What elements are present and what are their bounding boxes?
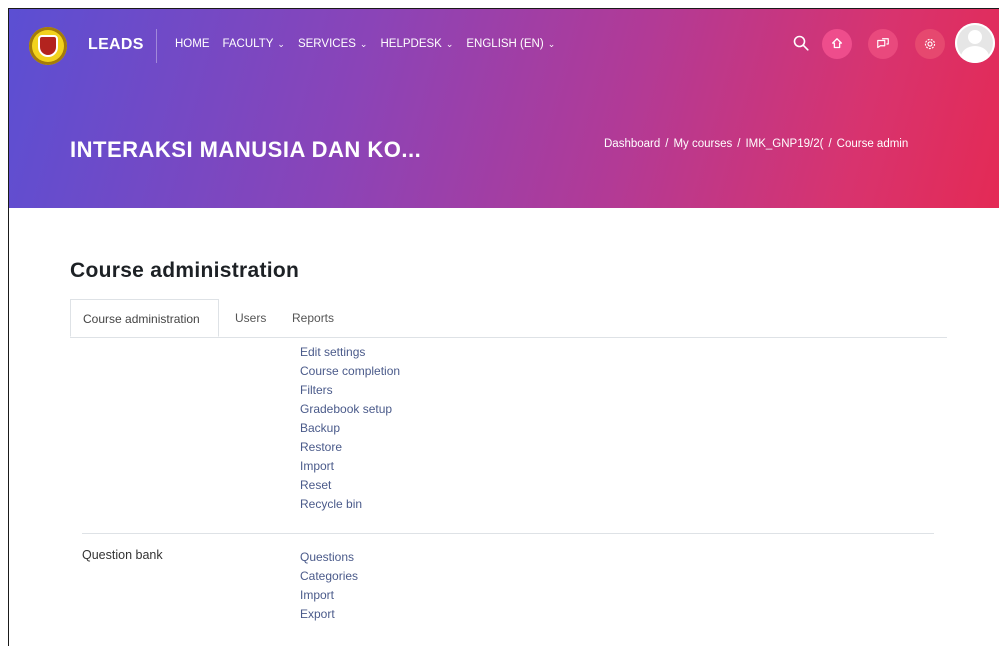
link-qb-import[interactable]: Import [300,586,358,605]
breadcrumb-separator: / [737,138,741,150]
breadcrumb: Dashboard / My courses / IMK_GNP19/2( / Course… [604,138,908,150]
question-bank-section: Question bank Questions Categories Impor… [82,533,934,621]
main-nav: HOME FACULTY ⌄ SERVICES ⌄ HELPDESK ⌄ ENGLIS… [175,38,568,50]
gear-icon [924,38,936,50]
messages-button[interactable] [868,29,898,59]
link-reset[interactable]: Reset [300,476,400,495]
nav-faculty[interactable]: FACULTY ⌄ [223,38,285,50]
breadcrumb-current: Course admin [836,138,909,150]
section-label-question-bank: Question bank [82,548,163,562]
avatar-head [968,30,982,44]
link-gradebook-setup[interactable]: Gradebook setup [300,400,400,419]
breadcrumb-course[interactable]: IMK_GNP19/2( [745,138,823,150]
course-title: INTERAKSI MANUSIA DAN KO... [70,137,422,162]
link-edit-settings[interactable]: Edit settings [300,343,400,362]
browser-frame: LEADS HOME FACULTY ⌄ SERVICES ⌄ HELPDESK ⌄ … [8,8,999,646]
link-categories[interactable]: Categories [300,567,358,586]
chevron-down-icon: ⌄ [547,39,556,49]
link-restore[interactable]: Restore [300,438,400,457]
link-course-completion[interactable]: Course completion [300,362,400,381]
link-backup[interactable]: Backup [300,419,400,438]
breadcrumb-dashboard[interactable]: Dashboard [604,138,660,150]
user-avatar[interactable] [955,23,995,63]
nav-language-label: ENGLISH (EN) [466,38,544,50]
nav-helpdesk-label: HELPDESK [380,38,442,50]
top-navbar: LEADS HOME FACULTY ⌄ SERVICES ⌄ HELPDESK ⌄ … [9,9,999,81]
course-admin-links: Edit settings Course completion Filters … [300,343,400,514]
logo-emblem [38,35,58,57]
nav-helpdesk[interactable]: HELPDESK ⌄ [380,38,453,50]
tab-reports[interactable]: Reports [280,299,346,337]
messages-icon [877,38,889,49]
brand-divider [156,29,157,63]
brand-name[interactable]: LEADS [88,36,144,54]
nav-services-label: SERVICES [297,38,356,50]
nav-language[interactable]: ENGLISH (EN) ⌄ [466,38,555,50]
notification-button[interactable] [822,29,852,59]
link-filters[interactable]: Filters [300,381,400,400]
search-icon[interactable] [793,35,809,51]
page-title: Course administration [70,259,300,282]
settings-button[interactable] [915,29,945,59]
hero-banner: LEADS HOME FACULTY ⌄ SERVICES ⌄ HELPDESK ⌄ … [9,9,999,208]
nav-home[interactable]: HOME [175,38,210,50]
nav-faculty-label: FACULTY [222,38,274,50]
avatar-body [961,46,989,63]
chevron-down-icon: ⌄ [445,39,454,49]
chevron-down-icon: ⌄ [359,39,368,49]
tab-course-administration[interactable]: Course administration [70,299,219,337]
tab-users[interactable]: Users [223,299,278,337]
breadcrumb-separator: / [828,138,832,150]
breadcrumb-my-courses[interactable]: My courses [673,138,732,150]
link-import[interactable]: Import [300,457,400,476]
nav-home-label: HOME [175,38,210,50]
university-logo[interactable] [29,27,67,65]
admin-tabs: Course administration Users Reports [70,299,947,338]
nav-services[interactable]: SERVICES ⌄ [298,38,368,50]
chevron-down-icon: ⌄ [277,39,285,49]
link-questions[interactable]: Questions [300,548,358,567]
question-bank-links: Questions Categories Import Export [300,548,358,624]
link-export[interactable]: Export [300,605,358,624]
breadcrumb-separator: / [665,138,669,150]
link-recycle-bin[interactable]: Recycle bin [300,495,400,514]
notification-icon [831,38,843,49]
